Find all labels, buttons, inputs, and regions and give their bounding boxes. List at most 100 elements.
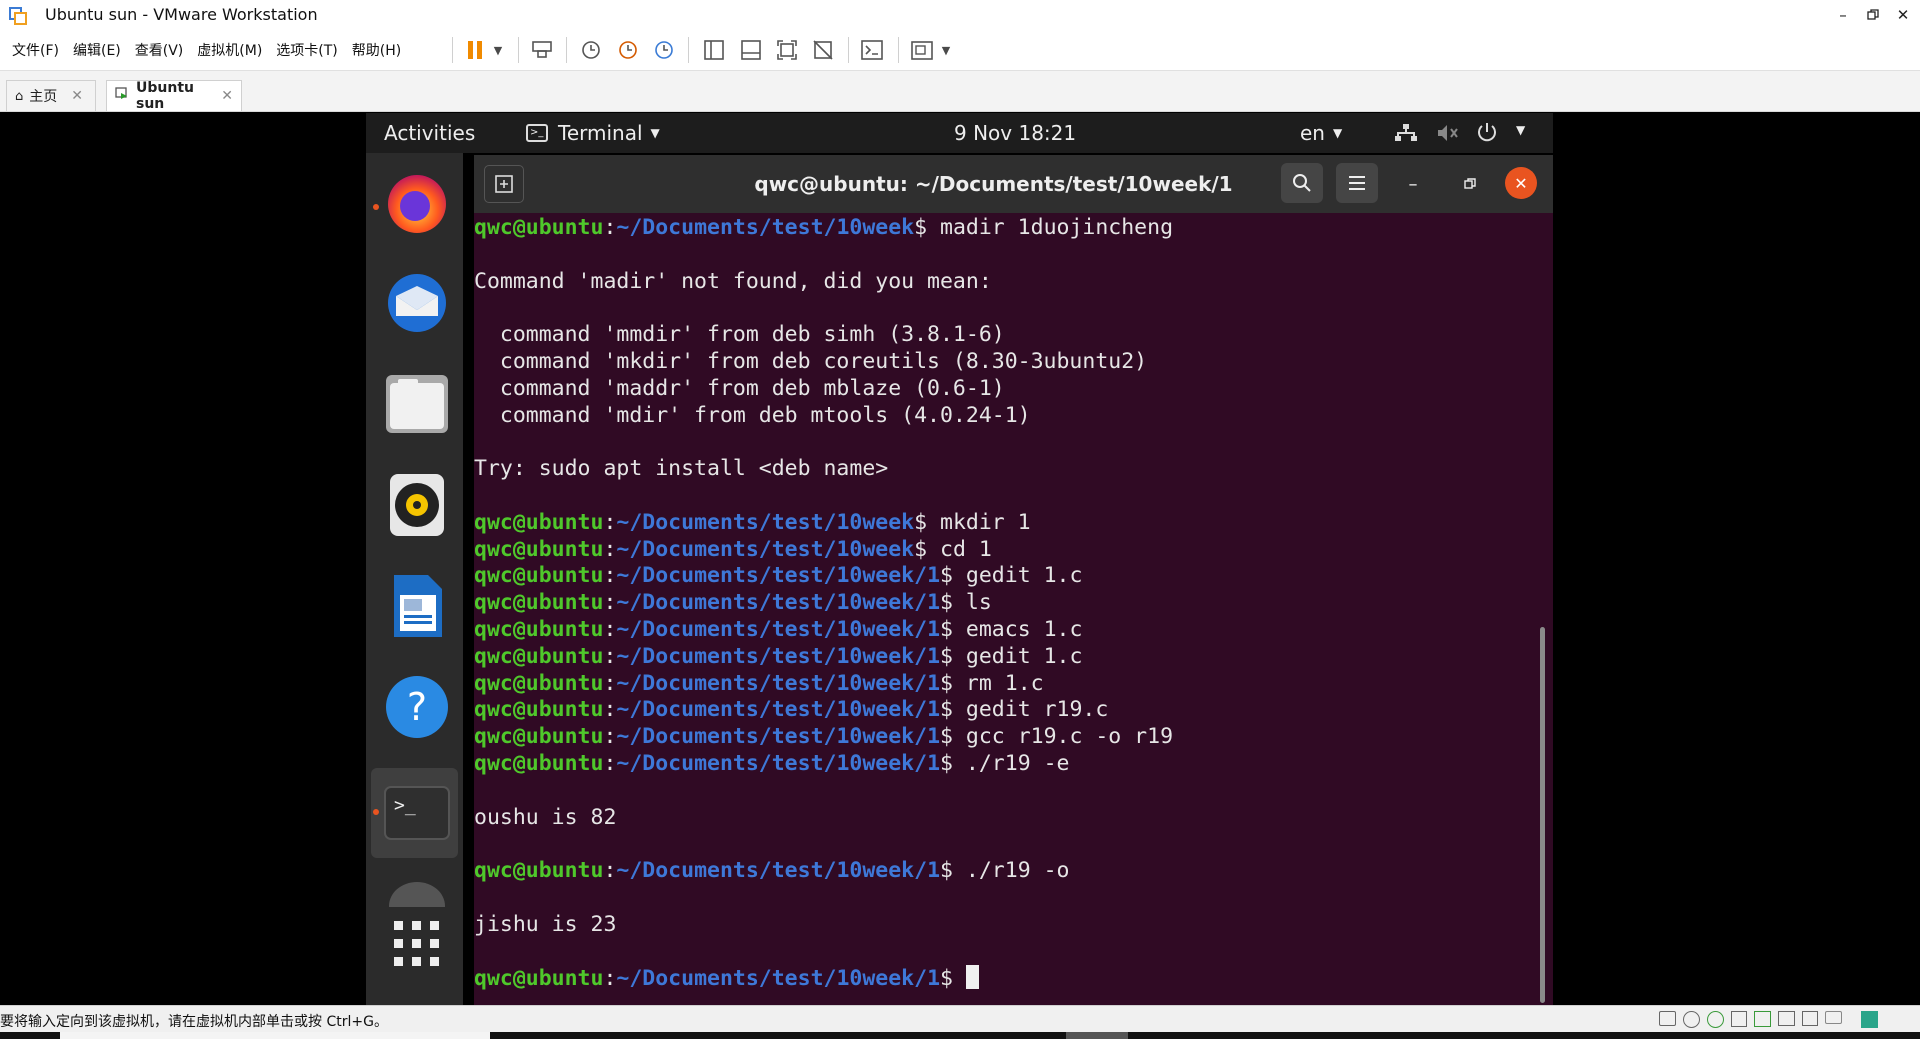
send-ctrl-alt-del-icon[interactable] [528,36,556,64]
prompt-separator: : [603,617,617,642]
close-icon[interactable]: ✕ [1888,0,1918,29]
datetime-clock[interactable]: 9 Nov 18:21 [954,121,1076,145]
power-icon[interactable] [1476,121,1498,148]
search-button[interactable] [1281,163,1323,203]
toolbar-separator [688,37,689,63]
thumbnail-bar-icon[interactable] [737,36,765,64]
snapshot-manager-icon[interactable] [650,36,678,64]
menu-help[interactable]: 帮助(H) [352,40,401,60]
prompt-separator: : [603,215,617,240]
terminal-headerbar[interactable]: qwc@ubuntu: ~/Documents/test/10week/1 – … [474,155,1553,213]
volume-muted-icon[interactable] [1436,123,1460,148]
pause-dropdown-icon[interactable]: ▼ [490,36,506,64]
app-menu-terminal[interactable]: >_ Terminal ▼ [526,121,660,145]
terminal-output-line: command 'mkdir' from deb coreutils (8.30… [474,349,1148,374]
files-icon[interactable] [383,370,451,438]
terminal-prompt-line: qwc@ubuntu:~/Documents/test/10week/1$ gc… [474,724,1173,750]
ubuntu-dock: ? >_ [366,153,463,1005]
revert-snapshot-icon[interactable] [614,36,642,64]
restore-icon[interactable] [1858,0,1888,29]
svg-text:?: ? [407,685,427,729]
floppy-icon[interactable] [1731,1011,1747,1027]
prompt-dollar: $ [940,670,953,696]
home-icon: ⌂ [15,88,24,104]
network-adapter-icon[interactable] [1754,1011,1771,1027]
console-view-icon[interactable] [858,36,886,64]
prompt-command: ./r19 -e [952,751,1070,776]
hard-disk-icon[interactable] [1659,1011,1676,1026]
ubuntu-topbar: Activities >_ Terminal ▼ 9 Nov 18:21 en … [366,113,1553,153]
firefox-icon[interactable] [383,168,451,236]
terminal-cursor [965,965,979,990]
vm-tab-icon [115,87,130,105]
prompt-path: ~/Documents/test/10week/1 [616,643,941,669]
hamburger-icon [1349,176,1365,190]
menu-vm[interactable]: 虚拟机(M) [197,40,262,60]
running-indicator [373,204,379,210]
prompt-dollar: $ [940,751,953,776]
prompt-user: qwc@ubuntu [474,509,604,535]
language-label: en [1300,121,1325,145]
terminal-icon[interactable]: >_ [383,778,451,846]
message-log-icon[interactable] [1861,1011,1878,1028]
terminal-scrollbar[interactable] [1540,627,1545,1003]
terminal-output-line: command 'maddr' from deb mblaze (0.6-1) [474,375,1005,401]
show-applications-icon[interactable] [383,910,451,978]
pause-icon[interactable] [462,36,488,64]
stretch-guest-icon[interactable] [908,36,936,64]
sound-card-icon[interactable] [1802,1011,1818,1026]
libreoffice-writer-icon[interactable] [383,572,451,640]
menu-view[interactable]: 查看(V) [135,40,184,60]
terminal-maximize-icon[interactable] [1451,165,1489,203]
host-taskbar-segment [60,1032,490,1039]
menu-tabs[interactable]: 选项卡(T) [276,40,337,60]
prompt-user: qwc@ubuntu [474,215,604,240]
prompt-separator: : [603,590,617,616]
terminal-prompt-line: qwc@ubuntu:~/Documents/test/10week/1$ em… [474,617,1082,643]
prompt-user: qwc@ubuntu [474,536,604,562]
prompt-path: ~/Documents/test/10week/1 [616,670,941,696]
help-icon[interactable]: ? [383,673,451,741]
network-icon[interactable] [1394,123,1418,148]
cd-dvd-icon[interactable] [1683,1011,1700,1028]
prompt-user: qwc@ubuntu [474,751,604,776]
thunderbird-icon[interactable] [383,269,451,337]
stretch-dropdown-icon[interactable]: ▼ [938,36,954,64]
prompt-user: qwc@ubuntu [474,590,604,616]
host-taskbar-strip [0,1032,1920,1039]
tab-home-close-icon[interactable]: ✕ [71,88,83,104]
terminal-output-line: jishu is 23 [474,911,617,937]
terminal-close-icon[interactable]: ✕ [1505,167,1537,199]
tab-home[interactable]: ⌂ 主页 ✕ [6,80,96,111]
toolbar-separator [848,37,849,63]
vmware-logo-icon [7,5,29,25]
host-taskbar-segment [1066,1032,1128,1039]
cd-dvd-2-icon[interactable] [1707,1011,1724,1028]
menu-file[interactable]: 文件(F) [12,40,59,60]
tab-ubuntu-sun[interactable]: Ubuntu sun ✕ [106,80,242,112]
system-menu-chevron-icon[interactable]: ▼ [1516,123,1525,137]
minimize-icon[interactable]: – [1828,0,1858,29]
terminal-output-line: Command 'madir' not found, did you mean: [474,268,992,294]
prompt-path: ~/Documents/test/10week/1 [616,724,941,750]
activities-button[interactable]: Activities [384,121,475,145]
window-title: Ubuntu sun - VMware Workstation [45,5,318,24]
terminal-minimize-icon[interactable]: – [1394,165,1432,203]
partial-disk-icon[interactable] [383,877,451,907]
tab-ubuntu-sun-close-icon[interactable]: ✕ [221,88,233,104]
menu-edit[interactable]: 编辑(E) [73,40,121,60]
printer-icon[interactable] [1778,1011,1795,1026]
show-library-icon[interactable] [700,36,728,64]
prompt-user: qwc@ubuntu [474,858,604,884]
snapshot-icon[interactable] [577,36,605,64]
full-screen-icon[interactable] [773,36,801,64]
prompt-dollar: $ [914,536,928,562]
terminal-body[interactable]: qwc@ubuntu:~/Documents/test/10week$ madi… [474,213,1553,1005]
camera-icon[interactable] [1825,1011,1842,1024]
prompt-separator: : [603,751,617,776]
unity-mode-icon[interactable] [809,36,837,64]
rhythmbox-icon[interactable] [383,471,451,539]
language-indicator[interactable]: en ▼ [1300,121,1342,145]
hamburger-menu-button[interactable] [1336,163,1378,203]
prompt-dollar: $ [914,509,928,535]
